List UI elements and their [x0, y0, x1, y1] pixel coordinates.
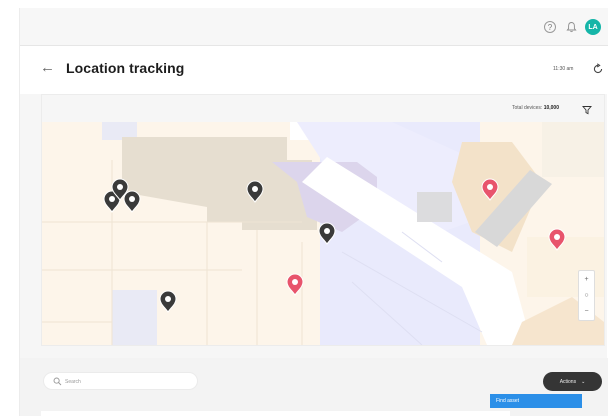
help-icon[interactable]: ?	[544, 21, 556, 33]
zoom-control: + ○ −	[578, 270, 595, 321]
search-icon	[53, 377, 62, 386]
zoom-out-button[interactable]: −	[584, 308, 588, 315]
actions-button[interactable]: Actions ⌄	[543, 372, 602, 391]
chevron-down-icon: ⌄	[581, 378, 586, 385]
map-header: Total devices: 10,000	[42, 95, 604, 122]
search-input[interactable]	[65, 376, 190, 387]
map-panel: Total devices: 10,000 + ○ −	[41, 94, 605, 346]
actions-menu-item-find-asset[interactable]: Find asset	[490, 394, 582, 408]
device-pin-icon[interactable]	[246, 180, 264, 203]
total-devices: Total devices: 10,000	[512, 105, 559, 111]
total-devices-label: Total devices:	[512, 105, 543, 111]
app-frame: ? LA ← Location tracking 11:30 am Total …	[19, 8, 608, 416]
zoom-in-button[interactable]: +	[584, 276, 588, 283]
device-pin-icon[interactable]	[318, 222, 336, 245]
zoom-reset-icon[interactable]: ○	[584, 292, 588, 299]
actions-label: Actions	[559, 378, 577, 385]
user-avatar[interactable]: LA	[585, 19, 601, 35]
search-box[interactable]	[43, 372, 198, 390]
total-devices-value: 10,000	[543, 105, 559, 111]
top-bar: ? LA	[20, 8, 608, 46]
refresh-icon[interactable]	[592, 62, 604, 74]
floor-map[interactable]: + ○ −	[42, 122, 604, 345]
alert-pin-icon[interactable]	[548, 228, 566, 251]
filter-icon[interactable]	[582, 102, 592, 115]
device-table	[41, 411, 510, 416]
back-arrow-icon[interactable]: ←	[40, 60, 55, 76]
alert-pin-icon[interactable]	[481, 178, 499, 201]
bell-icon[interactable]	[565, 21, 577, 33]
page-header: ← Location tracking 11:30 am	[20, 46, 608, 94]
device-pin-icon[interactable]	[159, 290, 177, 313]
device-pin-icon[interactable]	[123, 190, 141, 213]
last-updated-time: 11:30 am	[553, 66, 574, 72]
page-title: Location tracking	[66, 60, 185, 76]
alert-pin-icon[interactable]	[286, 273, 304, 296]
marker-layer	[103, 178, 566, 313]
